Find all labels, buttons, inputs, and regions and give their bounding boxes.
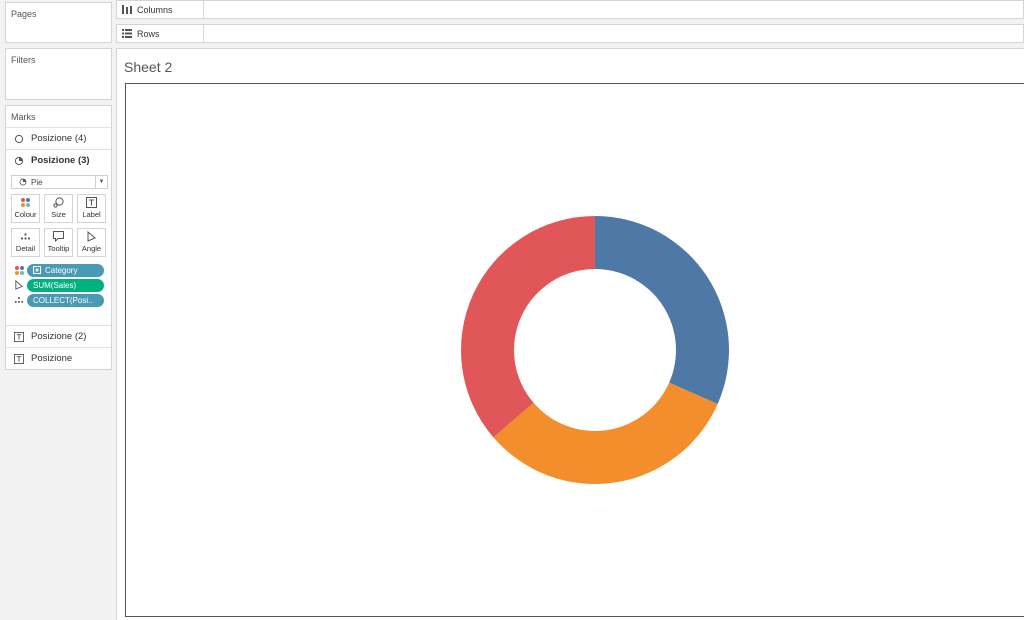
angle-icon [86, 230, 98, 242]
rows-label: Rows [137, 28, 160, 39]
rows-icon [121, 29, 132, 39]
detail-label: Detail [15, 244, 36, 253]
marks-layer-label: Posizione (2) [31, 331, 87, 342]
chevron-down-icon[interactable]: ▼ [95, 176, 107, 188]
donut-slice-3[interactable] [461, 216, 595, 438]
sheet-title[interactable]: Sheet 2 [124, 59, 172, 75]
colour-button[interactable]: Colour [11, 194, 40, 223]
columns-label: Columns [137, 4, 173, 15]
detail-icon [20, 230, 32, 242]
tooltip-icon [53, 230, 65, 242]
marks-layer-posizione[interactable]: Posizione [6, 347, 111, 369]
size-label: Size [51, 210, 66, 219]
collect-pill-label: COLLECT(Posi.. [33, 295, 93, 305]
marks-layer-label: Posizione (4) [31, 133, 87, 144]
plus-box-icon [33, 266, 41, 274]
donut-slice-1[interactable] [595, 216, 730, 404]
filters-card[interactable]: Filters [5, 48, 112, 100]
columns-shelf-label: Columns [117, 1, 204, 18]
category-pill-label: Category [45, 265, 78, 275]
rows-shelf[interactable]: Rows [116, 24, 1024, 43]
circle-icon [13, 133, 24, 144]
marks-layer-label: Posizione [31, 353, 73, 364]
pie-icon [13, 155, 24, 166]
marks-layer-label: Posizione (3) [31, 155, 90, 166]
pill-row-category: Category [6, 263, 111, 277]
tooltip-button[interactable]: Tooltip [44, 228, 73, 257]
sum-sales-pill[interactable]: SUM(Sales) [27, 278, 104, 292]
pill-row-sales: SUM(Sales) [6, 278, 111, 292]
angle-icon [13, 279, 25, 291]
columns-shelf[interactable]: Columns [116, 0, 1024, 19]
mark-type-dropdown[interactable]: Pie ▼ [11, 175, 108, 189]
pie-icon [18, 178, 27, 187]
sheet-area: Sheet 2 [116, 48, 1024, 620]
pill-row-collect: COLLECT(Posi.. [6, 293, 111, 307]
filters-title: Filters [11, 55, 36, 65]
text-icon [13, 353, 24, 364]
detail-button[interactable]: Detail [11, 228, 40, 257]
category-pill[interactable]: Category [27, 263, 104, 277]
angle-button[interactable]: Angle [77, 228, 106, 257]
size-button[interactable]: Size [44, 194, 73, 223]
colour-label: Colour [14, 210, 37, 219]
detail-icon [13, 294, 25, 306]
pages-card[interactable]: Pages [5, 2, 112, 43]
colour-icon [13, 264, 25, 276]
marks-layer-posizione-4[interactable]: Posizione (4) [6, 127, 111, 149]
label-button[interactable]: Label [77, 194, 106, 223]
tooltip-label: Tooltip [47, 244, 70, 253]
angle-label: Angle [81, 244, 102, 253]
text-icon [13, 331, 24, 342]
mark-type-label: Pie [31, 177, 43, 187]
donut-chart[interactable] [126, 84, 1024, 616]
marks-card: Marks Posizione (4) Posizione (3) Pie ▼ … [5, 105, 112, 370]
visualization-pane[interactable] [125, 83, 1024, 617]
marks-layer-posizione-2[interactable]: Posizione (2) [6, 325, 111, 347]
colour-icon [20, 196, 32, 208]
marks-title: Marks [11, 112, 36, 122]
rows-shelf-label: Rows [117, 25, 204, 42]
size-icon [53, 196, 65, 208]
text-icon [86, 196, 98, 208]
label-label: Label [82, 210, 101, 219]
columns-icon [121, 5, 132, 15]
pages-title: Pages [11, 9, 37, 19]
collect-posizione-pill[interactable]: COLLECT(Posi.. [27, 293, 104, 307]
sum-sales-pill-label: SUM(Sales) [33, 280, 77, 290]
marks-layer-posizione-3[interactable]: Posizione (3) [6, 149, 111, 171]
